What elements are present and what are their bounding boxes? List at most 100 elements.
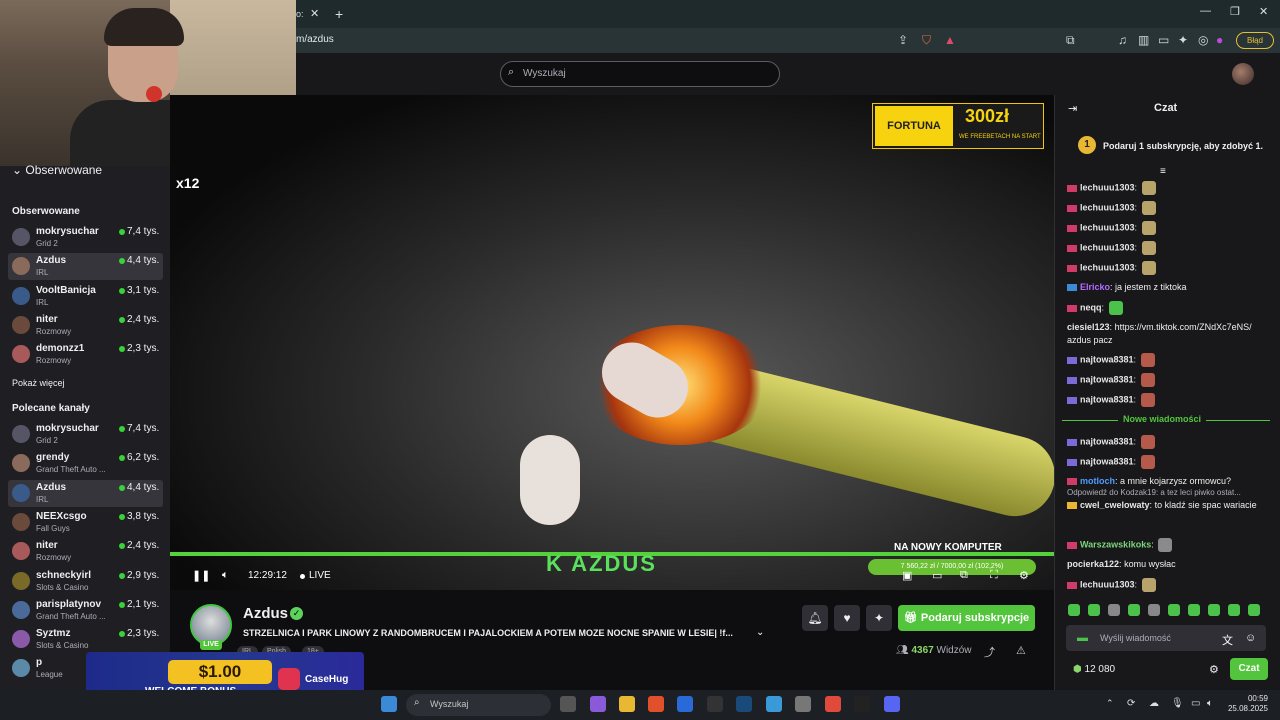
new-tab-icon[interactable]: + [335, 3, 343, 25]
report-icon[interactable]: ⚠ [1016, 644, 1026, 657]
chat-username[interactable]: Warszawskikoks [1080, 539, 1151, 549]
sidebar-channel-azdus[interactable]: Azdus IRL 4,4 tys. [8, 253, 163, 281]
sidebar-channel-mokrysuchar[interactable]: mokrysuchar Grid 2 7,4 tys. [8, 224, 163, 251]
browser-icon[interactable] [825, 696, 841, 712]
followed-toggle[interactable]: ⌄ Obserwowane [12, 163, 102, 177]
sidebar-channel-grendy[interactable]: grendy Grand Theft Auto ... 6,2 tys. [8, 450, 163, 477]
chat-username[interactable]: najtowa8381 [1080, 436, 1134, 446]
user-avatar[interactable] [1232, 63, 1254, 85]
url-field[interactable]: m/azdus [296, 34, 334, 45]
send-chat-button[interactable]: Czat [1230, 658, 1268, 680]
media-icon[interactable]: ♫ [1118, 33, 1127, 47]
tray-sync-icon[interactable]: ⟳ [1127, 698, 1135, 709]
brave-shield-icon[interactable]: ⛉ [922, 33, 931, 48]
chat-username[interactable]: lechuuu1303 [1080, 182, 1135, 192]
obs-icon[interactable] [854, 696, 870, 712]
extensions-icon[interactable]: ⧉ [1066, 33, 1075, 48]
sidebar-channel-neexcsgo[interactable]: NEEXcsgo Fall Guys 3,8 tys. [8, 509, 163, 536]
sidebar-channel-schneckyirl[interactable]: schneckyirl Slots & Casino 2,9 tys. [8, 568, 163, 595]
minimize-icon[interactable]: — [1200, 5, 1211, 17]
steam-icon[interactable] [736, 696, 752, 712]
discord-icon[interactable] [884, 696, 900, 712]
taskbar-search[interactable] [406, 694, 551, 716]
sidebar-channel-vooltbanicja[interactable]: VooltBanicja IRL 3,1 tys. [8, 283, 163, 310]
emote-picker-icon[interactable]: ▬ [1077, 632, 1088, 644]
chat-username[interactable]: lechuuu1303 [1080, 262, 1135, 272]
gift-subscription-button[interactable]: 🎁︎ Podaruj subskrypcje [898, 605, 1035, 631]
collapse-chat-icon[interactable]: ⇥ [1068, 102, 1077, 115]
ai-icon[interactable]: ✦ [1178, 33, 1188, 47]
file-explorer-icon[interactable] [619, 696, 635, 712]
sidebar-channel-mokrysuchar[interactable]: mokrysuchar Grid 2 7,4 tys. [8, 421, 163, 448]
chat-username[interactable]: najtowa8381 [1080, 374, 1134, 384]
chat-username[interactable]: lechuuu1303 [1080, 242, 1135, 252]
sidebar-channel-niter[interactable]: niter Rozmowy 2,4 tys. [8, 312, 163, 339]
tray-chevron-icon[interactable]: ⌃ [1106, 698, 1114, 709]
chat-username[interactable]: lechuuu1303 [1080, 222, 1135, 232]
brave-icon[interactable] [648, 696, 664, 712]
sidebar-channel-syztmz[interactable]: Syztmz Slots & Casino 2,3 tys. [8, 626, 163, 653]
emoji-icon[interactable]: ☺ [1245, 632, 1256, 644]
chat-username[interactable]: najtowa8381 [1080, 456, 1134, 466]
vpn-icon[interactable]: ◎ [1198, 33, 1208, 47]
notepad-icon[interactable] [766, 696, 782, 712]
terminal-icon[interactable] [707, 696, 723, 712]
task-view-icon[interactable] [560, 696, 576, 712]
tray-cloud-icon[interactable]: ☁ [1149, 698, 1159, 709]
clip-icon[interactable]: ▣ [902, 569, 912, 582]
sidebar-channel-niter[interactable]: niter Rozmowy 2,4 tys. [8, 538, 163, 565]
tray-network-icon[interactable]: ▭ [1191, 698, 1200, 709]
streamer-name[interactable]: Azdus [243, 605, 288, 622]
settings-gear-icon[interactable]: ⚙ [1019, 569, 1029, 582]
sidebar-channel-demonzz1[interactable]: demonzz1 Rozmowy 2,3 tys. [8, 341, 163, 368]
chat-username[interactable]: Elricko [1080, 282, 1110, 292]
translate-icon[interactable]: 文 [1222, 632, 1233, 648]
follow-heart-icon[interactable]: ♥ [834, 605, 860, 631]
chat-username[interactable]: lechuuu1303 [1080, 202, 1135, 212]
windows-start-icon[interactable] [381, 696, 397, 712]
volume-icon[interactable]: 🔈︎ [222, 569, 229, 582]
chat-username[interactable]: motloch [1080, 476, 1115, 486]
copilot-icon[interactable] [590, 696, 606, 712]
pip-icon[interactable]: ⧉ [960, 569, 968, 582]
chevron-down-icon[interactable]: ⌄ [756, 627, 764, 638]
chat-username[interactable]: pocierka122 [1067, 559, 1119, 569]
show-more-link[interactable]: Pokaż więcej [12, 378, 65, 388]
chat-username[interactable]: najtowa8381 [1080, 354, 1134, 364]
sparkle-icon[interactable]: ✦ [866, 605, 892, 631]
reply-context[interactable]: Odpowiedź do Kodzak19: a tez leci piwko … [1067, 486, 1272, 499]
notification-bell-icon[interactable]: 🔔︎ [802, 605, 828, 631]
video-player[interactable]: x12 FORTUNA 300zł WE FREEBETACH NA START… [170, 95, 1054, 590]
settings-icon[interactable] [795, 696, 811, 712]
filter-icon[interactable]: ≡ [1160, 166, 1166, 177]
sidebar-channel-azdus[interactable]: Azdus IRL 4,4 tys. [8, 479, 163, 507]
wallet-icon[interactable]: ▭ [1158, 33, 1169, 47]
profile-icon[interactable]: ● [1216, 33, 1223, 47]
taskbar-clock[interactable]: 00:59 25.08.2025 [1226, 694, 1268, 714]
close-window-icon[interactable]: ✕ [1259, 5, 1268, 18]
share-icon[interactable]: ⇪ [898, 33, 908, 47]
chat-username[interactable]: cwel_cwelowaty [1080, 500, 1150, 510]
chevron-down-icon: ⌄ [12, 163, 26, 177]
fullscreen-icon[interactable]: ⛶ [990, 569, 998, 582]
chat-settings-icon[interactable]: ⚙ [1209, 663, 1219, 676]
tray-mic-icon[interactable]: 🎙︎ [1171, 698, 1184, 709]
store-icon[interactable] [677, 696, 693, 712]
promo-text[interactable]: Podaruj 1 subskrypcję, aby zdobyć 1. [1103, 141, 1263, 151]
sidebar-channel-parisplatynov[interactable]: parisplatynov Grand Theft Auto ... 2,1 tys… [8, 597, 163, 624]
tab-close-icon[interactable]: ✕ [310, 3, 319, 25]
chat-username[interactable]: lechuuu1303 [1080, 579, 1135, 589]
channel-name: grendy [36, 452, 70, 464]
channel-points[interactable]: ⬢ 12 080 [1073, 664, 1115, 675]
error-badge[interactable]: Błąd [1236, 32, 1274, 49]
tray-volume-icon[interactable]: 🔈︎ [1207, 698, 1213, 709]
restore-icon[interactable]: ❐ [1230, 5, 1240, 18]
chat-username[interactable]: neqq [1080, 302, 1102, 312]
rewards-icon[interactable]: ▲ [944, 33, 956, 47]
theatre-icon[interactable]: ▭ [932, 569, 942, 582]
pause-icon[interactable]: ❚❚ [192, 569, 210, 582]
sidebar-toggle-icon[interactable]: ▥ [1138, 33, 1149, 47]
chat-username[interactable]: ciesiel123 [1067, 322, 1110, 332]
chat-username[interactable]: najtowa8381 [1080, 394, 1134, 404]
share-icon[interactable]: ⤴ [984, 644, 995, 660]
